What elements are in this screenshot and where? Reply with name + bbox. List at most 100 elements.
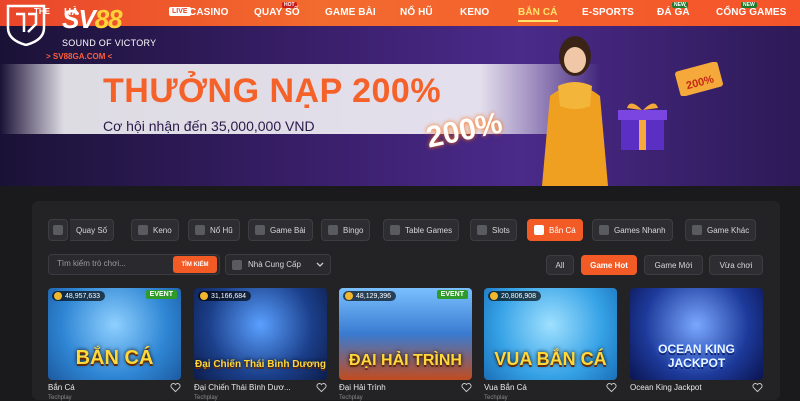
favorite-heart-icon[interactable] [316, 382, 327, 393]
jackpot-value: 31,166,684 [211, 292, 247, 300]
filter-game-hot[interactable]: Game Hot [581, 255, 637, 275]
grid-icon [53, 225, 63, 235]
game-provider: Techplay [484, 395, 508, 401]
jackpot-counter: 48,957,633 [52, 291, 106, 301]
game-provider: Techplay [48, 395, 72, 401]
game-card[interactable]: OCEAN KING JACKPOT Ocean King Jackpot [630, 288, 763, 400]
category-bingo[interactable]: Bingo [321, 219, 371, 241]
game-title-art: BẮN CÁ [75, 347, 154, 369]
category-label: Game Khác [707, 225, 750, 235]
game-card[interactable]: 20,806,908 VUA BẮN CÁ Vua Bắn Cá Techpla… [484, 288, 617, 401]
game-name: Bắn Cá [48, 383, 75, 392]
favorite-heart-icon[interactable] [461, 382, 472, 393]
rocket-icon [599, 225, 609, 235]
coin-icon [345, 292, 353, 300]
logo-wordmark: SV88 [62, 4, 123, 35]
gift-box-icon [618, 103, 667, 150]
bonus-ticket-icon: 200% [675, 62, 723, 96]
logo-wordmark-88: 88 [94, 4, 123, 34]
category-ban-ca[interactable]: Bắn Cá [527, 219, 583, 241]
coin-icon [200, 292, 208, 300]
table-icon [390, 225, 400, 235]
nav-item-cong-games[interactable]: CỔNG GAMES [716, 7, 786, 18]
site-logo[interactable]: THE SV88 SOUND OF VICTORY > SV88GA.COM < [0, 0, 175, 66]
game-thumbnail[interactable]: 48,957,633 EVENT BẮN CÁ [48, 288, 181, 380]
category-label: Nổ Hũ [210, 225, 233, 235]
nav-item-esports[interactable]: E-SPORTS [582, 7, 634, 18]
jackpot-value: 48,129,396 [356, 292, 392, 300]
provider-label: Nhà Cung Cấp [248, 260, 301, 269]
logo-wordmark-sv: SV [62, 4, 96, 34]
category-all-grid[interactable] [48, 219, 68, 241]
category-no-hu[interactable]: Nổ Hũ [188, 219, 240, 241]
game-thumbnail[interactable]: OCEAN KING JACKPOT [630, 288, 763, 380]
game-thumbnail[interactable]: 20,806,908 VUA BẮN CÁ [484, 288, 617, 380]
category-quay-so[interactable]: Quay Số [70, 219, 115, 241]
model-illustration [542, 36, 608, 186]
logo-the: THE [34, 7, 50, 16]
category-table-games[interactable]: Table Games [383, 219, 460, 241]
jackpot-counter: 31,166,684 [198, 291, 252, 301]
filter-all[interactable]: All [546, 255, 574, 275]
search-input[interactable] [57, 259, 167, 268]
category-games-nhanh[interactable]: Games Nhanh [592, 219, 673, 241]
banner-title: THƯỞNG NẠP 200% [103, 72, 442, 110]
nav-item-keno[interactable]: KENO [460, 7, 489, 18]
nav-item-game-bai[interactable]: GAME BÀI [325, 7, 376, 18]
nav-item-no-hu[interactable]: NỔ HŨ [400, 7, 433, 18]
event-badge: EVENT [145, 290, 177, 299]
game-name: Ocean King Jackpot [630, 383, 702, 392]
game-title-art: VUA BẮN CÁ [494, 349, 607, 369]
game-card[interactable]: 31,166,684 Đại Chiến Thái Bình Dương Đại… [194, 288, 327, 401]
bingo-icon [328, 225, 338, 235]
jackpot-value: 48,957,633 [65, 292, 101, 300]
search-button[interactable]: TÌM KIẾM [173, 256, 217, 273]
puzzle-icon [692, 225, 702, 235]
jackpot-pot-icon [195, 225, 205, 235]
event-badge: EVENT [436, 290, 468, 299]
game-card[interactable]: 48,129,396 EVENT ĐẠI HẢI TRÌNH Đại Hải T… [339, 288, 472, 401]
favorite-heart-icon[interactable] [606, 382, 617, 393]
nav-item-casino[interactable]: CASINO [189, 7, 229, 18]
favorite-heart-icon[interactable] [170, 382, 181, 393]
game-name: Vua Bắn Cá [484, 383, 527, 392]
category-keno[interactable]: Keno [131, 219, 179, 241]
banner-subtitle: Cơ hội nhận đến 35,000,000 VND [103, 118, 315, 134]
game-title-art: Đại Chiến Thái Bình Dương [194, 359, 326, 370]
coin-icon [490, 292, 498, 300]
category-slots[interactable]: Slots [470, 219, 517, 241]
fish-icon [534, 225, 544, 235]
category-label: Bắn Cá [549, 225, 576, 235]
category-game-bai[interactable]: Game Bài [248, 219, 313, 241]
game-provider: Techplay [339, 395, 363, 401]
game-title-art: OCEAN KING JACKPOT [658, 342, 735, 370]
jackpot-value: 20,806,908 [501, 292, 537, 300]
nav-item-quay-so[interactable]: QUAY SỐ [254, 7, 300, 18]
nav-item-da-ga[interactable]: ĐÁ GÀ [657, 7, 690, 18]
filter-vua-choi[interactable]: Vừa chơi [709, 255, 763, 275]
category-label: Keno [153, 225, 172, 235]
filter-game-moi[interactable]: Game Mới [644, 255, 703, 275]
slots-icon [477, 225, 487, 235]
jackpot-counter: 48,129,396 [343, 291, 397, 301]
game-card[interactable]: 48,957,633 EVENT BẮN CÁ Bắn Cá Techplay [48, 288, 181, 401]
game-thumbnail[interactable]: 31,166,684 Đại Chiến Thái Bình Dương [194, 288, 327, 380]
provider-icon [232, 259, 242, 270]
category-label: Game Bài [270, 225, 306, 235]
game-thumbnail[interactable]: 48,129,396 EVENT ĐẠI HẢI TRÌNH [339, 288, 472, 380]
category-label: Table Games [405, 225, 453, 235]
game-name: Đại Chiến Thái Bình Dươ... [194, 383, 291, 392]
site-url: > SV88GA.COM < [46, 52, 113, 61]
favorite-heart-icon[interactable] [752, 382, 763, 393]
coin-icon [54, 292, 62, 300]
category-label: Games Nhanh [614, 225, 666, 235]
game-name: Đại Hải Trình [339, 383, 386, 392]
provider-dropdown[interactable]: Nhà Cung Cấp [225, 254, 331, 275]
keno-icon [138, 225, 148, 235]
category-label: Bingo [343, 225, 364, 235]
nav-item-ban-ca[interactable]: BẮN CÁ [518, 7, 558, 22]
category-game-khac[interactable]: Game Khác [685, 219, 757, 241]
game-provider: Techplay [194, 395, 218, 401]
chevron-down-icon [316, 262, 324, 267]
category-label: Quay Số [76, 225, 108, 235]
